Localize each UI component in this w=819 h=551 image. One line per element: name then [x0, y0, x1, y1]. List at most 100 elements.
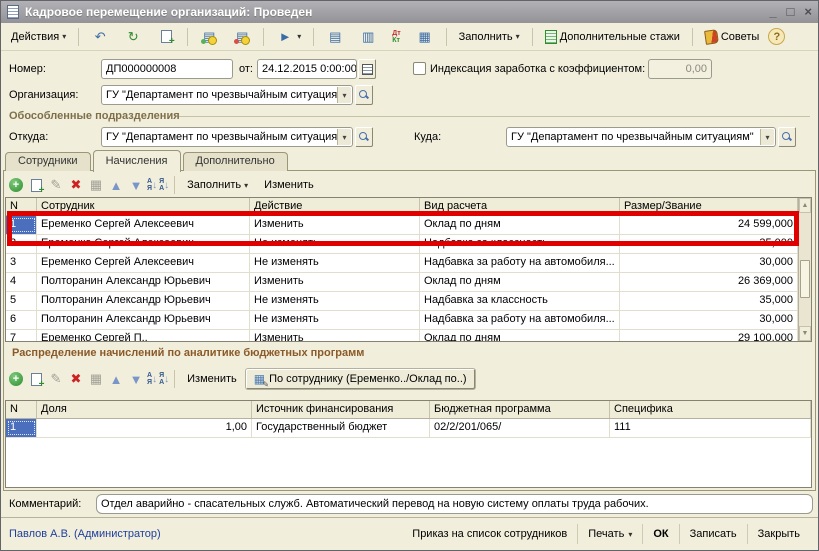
cell-n[interactable]: 6 — [6, 311, 37, 329]
accrual-row[interactable]: 6Полторанин Александр ЮрьевичНе изменять… — [6, 311, 798, 330]
column-header-source[interactable]: Источник финансирования — [252, 401, 430, 418]
organization-combo[interactable]: ГУ "Департамент по чрезвычайным ситуация… — [101, 85, 353, 105]
copy-button[interactable] — [151, 25, 181, 49]
copy-row-button[interactable] — [27, 176, 45, 194]
refresh-button[interactable]: ↻ — [118, 25, 148, 49]
accrual-row[interactable]: 7Еременко Сергей П..ИзменитьОклад по дня… — [6, 330, 798, 342]
cell-calc[interactable]: Оклад по дням — [420, 330, 620, 342]
sort-desc-button[interactable]: ЯА ↓ — [159, 178, 169, 192]
ok-button[interactable]: ОК — [643, 524, 678, 544]
cell-action[interactable]: Не изменять — [250, 292, 420, 310]
dtkt-button[interactable]: ДтКт — [386, 27, 406, 47]
scroll-down-icon[interactable]: ▼ — [799, 326, 811, 341]
cell-action[interactable]: Изменить — [250, 216, 420, 234]
maximize-button[interactable]: □ — [787, 5, 795, 19]
cell-source[interactable]: Государственный бюджет — [252, 419, 430, 437]
cell-amount[interactable]: 26 369,000 — [620, 273, 798, 291]
to-search-button[interactable] — [778, 127, 796, 147]
cell-calc[interactable]: Оклад по дням — [420, 216, 620, 234]
extra-stages-button[interactable]: Дополнительные стажи — [539, 27, 686, 47]
cell-amount[interactable]: 30,000 — [620, 311, 798, 329]
by-employee-toggle-button[interactable]: ▦ По сотруднику (Еременко../Оклад по..) — [246, 369, 475, 389]
add-row-button[interactable]: + — [7, 370, 25, 388]
move-down-button[interactable]: ▼ — [127, 176, 145, 194]
move-down-button[interactable]: ▼ — [127, 370, 145, 388]
comment-input[interactable]: Отдел аварийно - спасательных служб. Авт… — [96, 494, 813, 514]
number-input[interactable]: ДП000000008 — [101, 59, 233, 79]
report-button[interactable]: ▦ — [410, 25, 440, 49]
organization-search-button[interactable] — [355, 85, 373, 105]
cell-action[interactable]: Не изменять — [250, 311, 420, 329]
fill-button[interactable]: Заполнить ▾ — [453, 28, 526, 46]
distribution-row[interactable]: 11,00Государственный бюджет02/2/201/065/… — [6, 419, 811, 438]
close-form-button[interactable]: Закрыть — [748, 524, 810, 544]
finish-edit-button[interactable]: ▦ — [87, 176, 105, 194]
vertical-scrollbar[interactable]: ▲ ▼ — [798, 198, 811, 341]
edit-row-button[interactable]: ✎ — [47, 176, 65, 194]
cell-n[interactable]: 4 — [6, 273, 37, 291]
cell-employee[interactable]: Полторанин Александр Юрьевич — [37, 292, 250, 310]
tab-accruals[interactable]: Начисления — [93, 150, 181, 172]
selective-movements-button[interactable]: ▥ — [353, 25, 383, 49]
move-up-button[interactable]: ▲ — [107, 176, 125, 194]
accrual-row[interactable]: 5Полторанин Александр ЮрьевичНе изменять… — [6, 292, 798, 311]
print-button[interactable]: Печать ▾ — [578, 524, 642, 544]
cell-calc[interactable]: Оклад по дням — [420, 273, 620, 291]
cell-share[interactable]: 1,00 — [37, 419, 252, 437]
date-input[interactable]: 24.12.2015 0:00:00 — [257, 59, 357, 79]
tips-button[interactable]: Советы — [699, 27, 765, 47]
column-header-n[interactable]: N — [6, 198, 37, 215]
unpost-button[interactable]: ▤ — [227, 25, 257, 49]
cell-employee[interactable]: Еременко Сергей Алексеевич — [37, 254, 250, 272]
cell-n[interactable]: 2 — [6, 235, 37, 253]
cell-program[interactable]: 02/2/201/065/ — [430, 419, 610, 437]
write-button[interactable]: Записать — [680, 524, 747, 544]
post-button[interactable]: ▤ — [194, 25, 224, 49]
cell-n[interactable]: 7 — [6, 330, 37, 342]
cell-n[interactable]: 3 — [6, 254, 37, 272]
accrual-row[interactable]: 1Еременко Сергей АлексеевичИзменитьОклад… — [6, 216, 798, 235]
from-search-button[interactable] — [355, 127, 373, 147]
scroll-up-icon[interactable]: ▲ — [799, 198, 811, 213]
accrual-row[interactable]: 3Еременко Сергей АлексеевичНе изменятьНа… — [6, 254, 798, 273]
to-combo[interactable]: ГУ "Департамент по чрезвычайным ситуация… — [506, 127, 776, 147]
column-header-n[interactable]: N — [6, 401, 37, 418]
cell-action[interactable]: Изменить — [250, 330, 420, 342]
help-button[interactable]: ? — [768, 28, 785, 45]
column-header-amount[interactable]: Размер/Звание — [620, 198, 798, 215]
add-row-button[interactable]: + — [7, 176, 25, 194]
cell-action[interactable]: Не изменять — [250, 235, 420, 253]
actions-button[interactable]: Действия ▾ — [5, 28, 72, 46]
cell-calc[interactable]: Надбавка за классность — [420, 235, 620, 253]
cell-amount[interactable]: 35,000 — [620, 235, 798, 253]
change-distribution-button[interactable]: Изменить — [180, 370, 244, 388]
column-header-program[interactable]: Бюджетная программа — [430, 401, 610, 418]
tab-employees[interactable]: Сотрудники — [5, 152, 91, 171]
close-button[interactable]: × — [804, 5, 812, 19]
cell-action[interactable]: Не изменять — [250, 254, 420, 272]
cell-calc[interactable]: Надбавка за работу на автомобиля... — [420, 254, 620, 272]
cell-amount[interactable]: 24 599,000 — [620, 216, 798, 234]
reread-button[interactable]: ↶ — [85, 25, 115, 49]
calendar-button[interactable] — [358, 59, 376, 79]
cell-employee[interactable]: Полторанин Александр Юрьевич — [37, 311, 250, 329]
cell-amount[interactable]: 30,000 — [620, 254, 798, 272]
from-combo[interactable]: ГУ "Департамент по чрезвычайным ситуация… — [101, 127, 353, 147]
order-list-button[interactable]: Приказ на список сотрудников — [402, 524, 577, 544]
change-table-button[interactable]: Изменить — [257, 176, 321, 194]
copy-row-button[interactable] — [27, 370, 45, 388]
cell-employee[interactable]: Полторанин Александр Юрьевич — [37, 273, 250, 291]
column-header-share[interactable]: Доля — [37, 401, 252, 418]
tab-additional[interactable]: Дополнительно — [183, 152, 288, 171]
sort-asc-button[interactable]: АЯ ↓ — [147, 178, 157, 192]
cell-n[interactable]: 5 — [6, 292, 37, 310]
document-movements-button[interactable]: ▤ — [320, 25, 350, 49]
accrual-row[interactable]: 4Полторанин Александр ЮрьевичИзменитьОкл… — [6, 273, 798, 292]
column-header-specifics[interactable]: Специфика — [610, 401, 811, 418]
column-header-employee[interactable]: Сотрудник — [37, 198, 250, 215]
move-up-button[interactable]: ▲ — [107, 370, 125, 388]
chevron-down-icon[interactable]: ▾ — [760, 129, 774, 145]
goto-button[interactable]: ► ▾ — [270, 25, 307, 49]
cell-employee[interactable]: Еременко Сергей Алексеевич — [37, 216, 250, 234]
sort-desc-button[interactable]: ЯА ↓ — [159, 372, 169, 386]
